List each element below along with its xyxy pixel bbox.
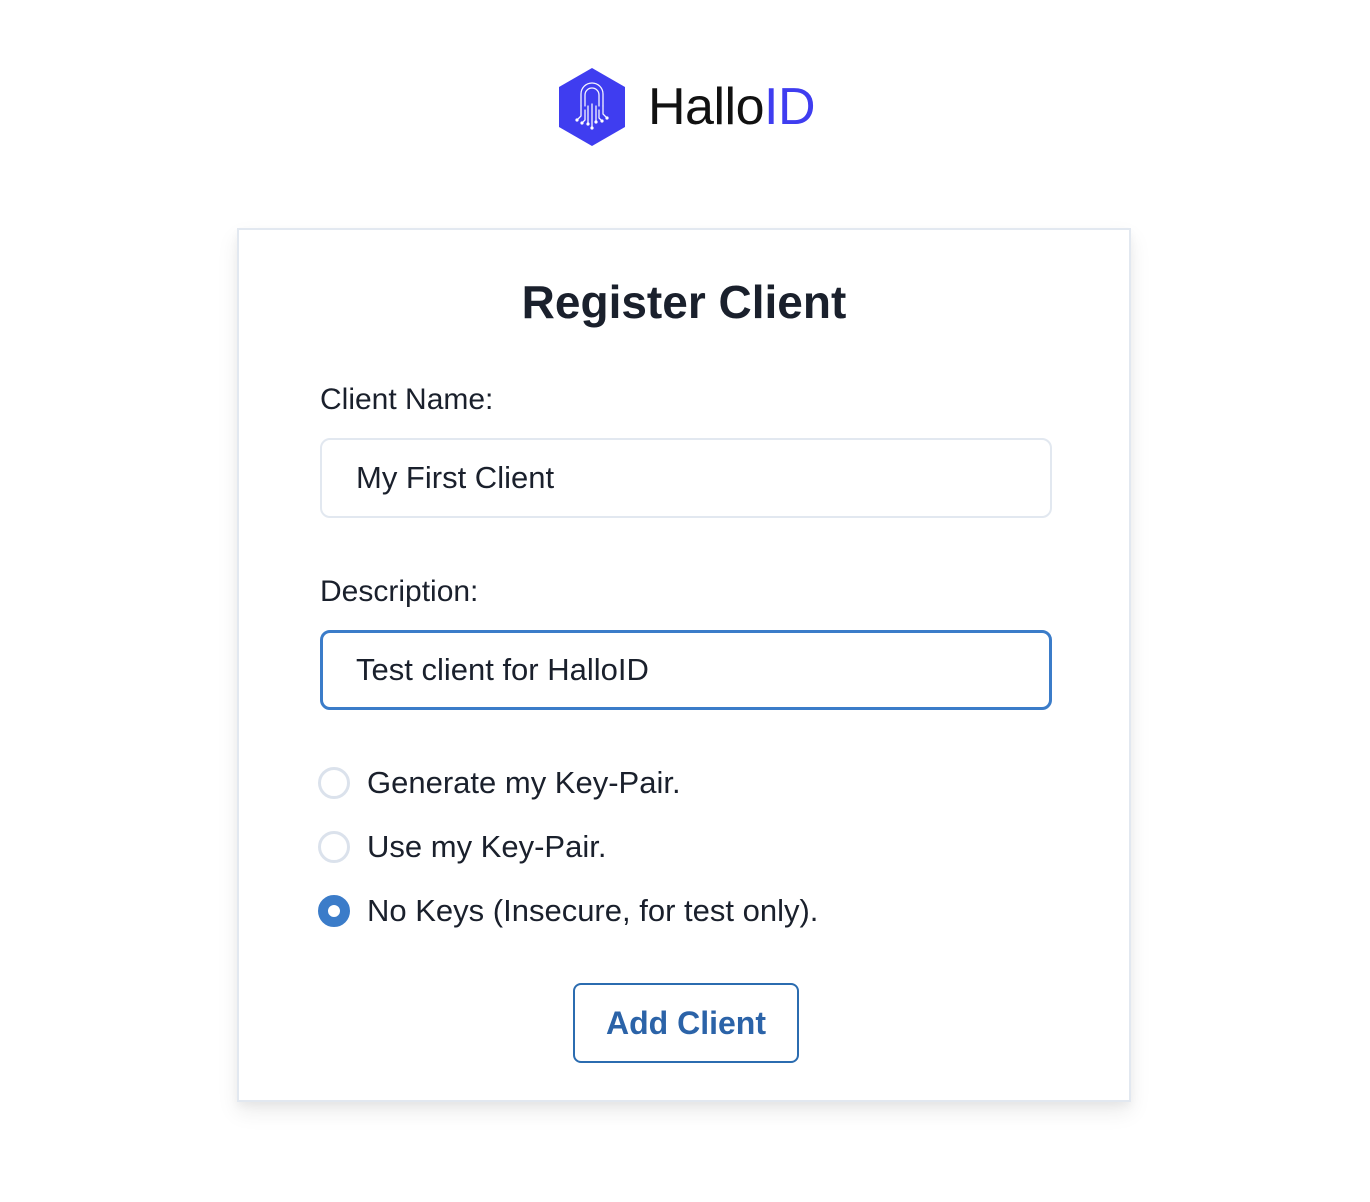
hexagon-padlock-circuit-icon bbox=[559, 68, 625, 146]
brand-name-accent: ID bbox=[764, 78, 816, 136]
description-input[interactable] bbox=[320, 630, 1052, 710]
page: HalloID Register Client Client Name: Des… bbox=[0, 0, 1370, 1202]
client-name-label: Client Name: bbox=[320, 383, 494, 416]
radio-label[interactable]: No Keys (Insecure, for test only). bbox=[367, 891, 818, 931]
radio-use-key-pair[interactable]: Use my Key-Pair. bbox=[318, 827, 606, 867]
radio-button-checked[interactable] bbox=[318, 895, 350, 927]
radio-label[interactable]: Generate my Key-Pair. bbox=[367, 763, 681, 803]
register-client-card: Register Client Client Name: Description… bbox=[237, 228, 1131, 1102]
radio-no-keys[interactable]: No Keys (Insecure, for test only). bbox=[318, 891, 818, 931]
client-name-input[interactable] bbox=[320, 438, 1052, 518]
brand-name: HalloID bbox=[648, 78, 816, 136]
radio-button[interactable] bbox=[318, 831, 350, 863]
brand-name-prefix: Hallo bbox=[648, 78, 765, 136]
brand-logo: HalloID bbox=[557, 66, 816, 148]
radio-label[interactable]: Use my Key-Pair. bbox=[367, 827, 606, 867]
form-title: Register Client bbox=[521, 276, 847, 328]
description-label: Description: bbox=[320, 575, 479, 608]
radio-generate-key-pair[interactable]: Generate my Key-Pair. bbox=[318, 763, 681, 803]
add-client-button[interactable]: Add Client bbox=[573, 983, 799, 1063]
radio-button[interactable] bbox=[318, 767, 350, 799]
